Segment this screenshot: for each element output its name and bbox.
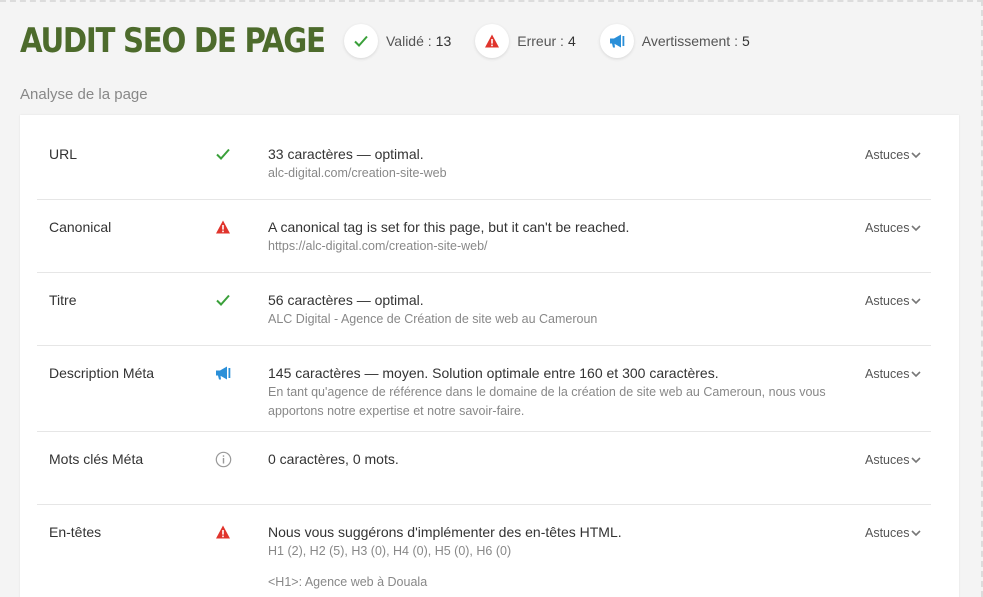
row-main-text: 33 caractères — optimal. bbox=[268, 146, 424, 162]
stat-label: Erreur : bbox=[517, 33, 564, 49]
chevron-down-icon bbox=[911, 151, 922, 158]
stat-value: 13 bbox=[435, 33, 452, 49]
row-sub-text: H1 (2), H2 (5), H3 (0), H4 (0), H5 (0), … bbox=[268, 544, 512, 558]
row-meta-description: Description Méta 145 caractères — moyen.… bbox=[37, 346, 931, 432]
row-sub-text-2: <H1>: Agence web à Douala bbox=[268, 575, 428, 589]
row-sub-text: https://alc-digital.com/creation-site-we… bbox=[268, 239, 488, 253]
row-main-text: 56 caractères — optimal. bbox=[268, 292, 424, 308]
row-url: URL 33 caractères — optimal. alc-digital… bbox=[37, 115, 931, 200]
tips-toggle[interactable]: Astuces bbox=[865, 148, 922, 162]
warning-icon bbox=[213, 217, 233, 237]
analysis-card: URL 33 caractères — optimal. alc-digital… bbox=[20, 115, 959, 597]
megaphone-icon bbox=[599, 24, 634, 58]
tips-label: Astuces bbox=[865, 367, 910, 381]
row-title: Titre 56 caractères — optimal. ALC Digit… bbox=[37, 273, 931, 346]
row-sub-text: En tant qu'agence de référence dans le d… bbox=[268, 385, 826, 399]
row-main-text: 145 caractères — moyen. Solution optimal… bbox=[268, 365, 719, 381]
check-icon bbox=[213, 144, 233, 164]
check-icon bbox=[213, 290, 233, 310]
tips-label: Astuces bbox=[865, 526, 910, 540]
chevron-down-icon bbox=[911, 224, 922, 231]
stat-value: 5 bbox=[741, 33, 750, 49]
stat-label: Avertissement : bbox=[641, 33, 738, 49]
row-sub-text: alc-digital.com/creation-site-web bbox=[268, 166, 447, 180]
row-meta-keywords: Mots clés Méta 0 caractères, 0 mots. Ast… bbox=[37, 432, 931, 505]
megaphone-icon bbox=[213, 363, 233, 383]
info-icon bbox=[213, 449, 233, 469]
warning-icon bbox=[475, 24, 510, 58]
tips-label: Astuces bbox=[865, 148, 910, 162]
tips-label: Astuces bbox=[865, 294, 910, 308]
top-dashed-border bbox=[0, 0, 983, 2]
check-icon bbox=[344, 24, 378, 58]
tips-toggle[interactable]: Astuces bbox=[865, 526, 922, 540]
tips-label: Astuces bbox=[865, 221, 910, 235]
row-main-text: Nous vous suggérons d'implémenter des en… bbox=[268, 524, 622, 540]
row-headings: En-têtes Nous vous suggérons d'implément… bbox=[37, 505, 931, 597]
row-label: URL bbox=[49, 146, 78, 162]
row-label: En-têtes bbox=[49, 524, 102, 540]
tips-label: Astuces bbox=[865, 453, 910, 467]
tips-toggle[interactable]: Astuces bbox=[865, 367, 922, 381]
stat-warning: Avertissement : 5 bbox=[599, 24, 750, 58]
chevron-down-icon bbox=[911, 529, 922, 536]
stat-valid: Validé : 13 bbox=[344, 24, 451, 58]
row-main-text: 0 caractères, 0 mots. bbox=[268, 451, 399, 467]
row-sub-text-2: apportons notre expertise et notre savoi… bbox=[268, 404, 525, 418]
chevron-down-icon bbox=[911, 297, 922, 304]
row-label: Titre bbox=[49, 292, 77, 308]
row-canonical: Canonical A canonical tag is set for thi… bbox=[37, 200, 931, 273]
tips-toggle[interactable]: Astuces bbox=[865, 294, 922, 308]
tips-toggle[interactable]: Astuces bbox=[865, 221, 922, 235]
warning-icon bbox=[213, 522, 233, 542]
row-label: Description Méta bbox=[49, 365, 155, 381]
stat-error: Erreur : 4 bbox=[475, 24, 576, 58]
section-title: Analyse de la page bbox=[20, 86, 148, 103]
row-label: Canonical bbox=[49, 219, 112, 235]
stat-value: 4 bbox=[567, 33, 576, 49]
tips-toggle[interactable]: Astuces bbox=[865, 453, 922, 467]
row-label: Mots clés Méta bbox=[49, 451, 144, 467]
page-header: AUDIT SEO DE PAGE Validé : 13 Erreur : 4… bbox=[20, 18, 750, 64]
row-sub-text: ALC Digital - Agence de Création de site… bbox=[268, 312, 598, 326]
page-title: AUDIT SEO DE PAGE bbox=[20, 21, 326, 61]
stat-label: Validé : bbox=[386, 33, 432, 49]
chevron-down-icon bbox=[911, 370, 922, 377]
row-main-text: A canonical tag is set for this page, bu… bbox=[268, 219, 630, 235]
chevron-down-icon bbox=[911, 456, 922, 463]
